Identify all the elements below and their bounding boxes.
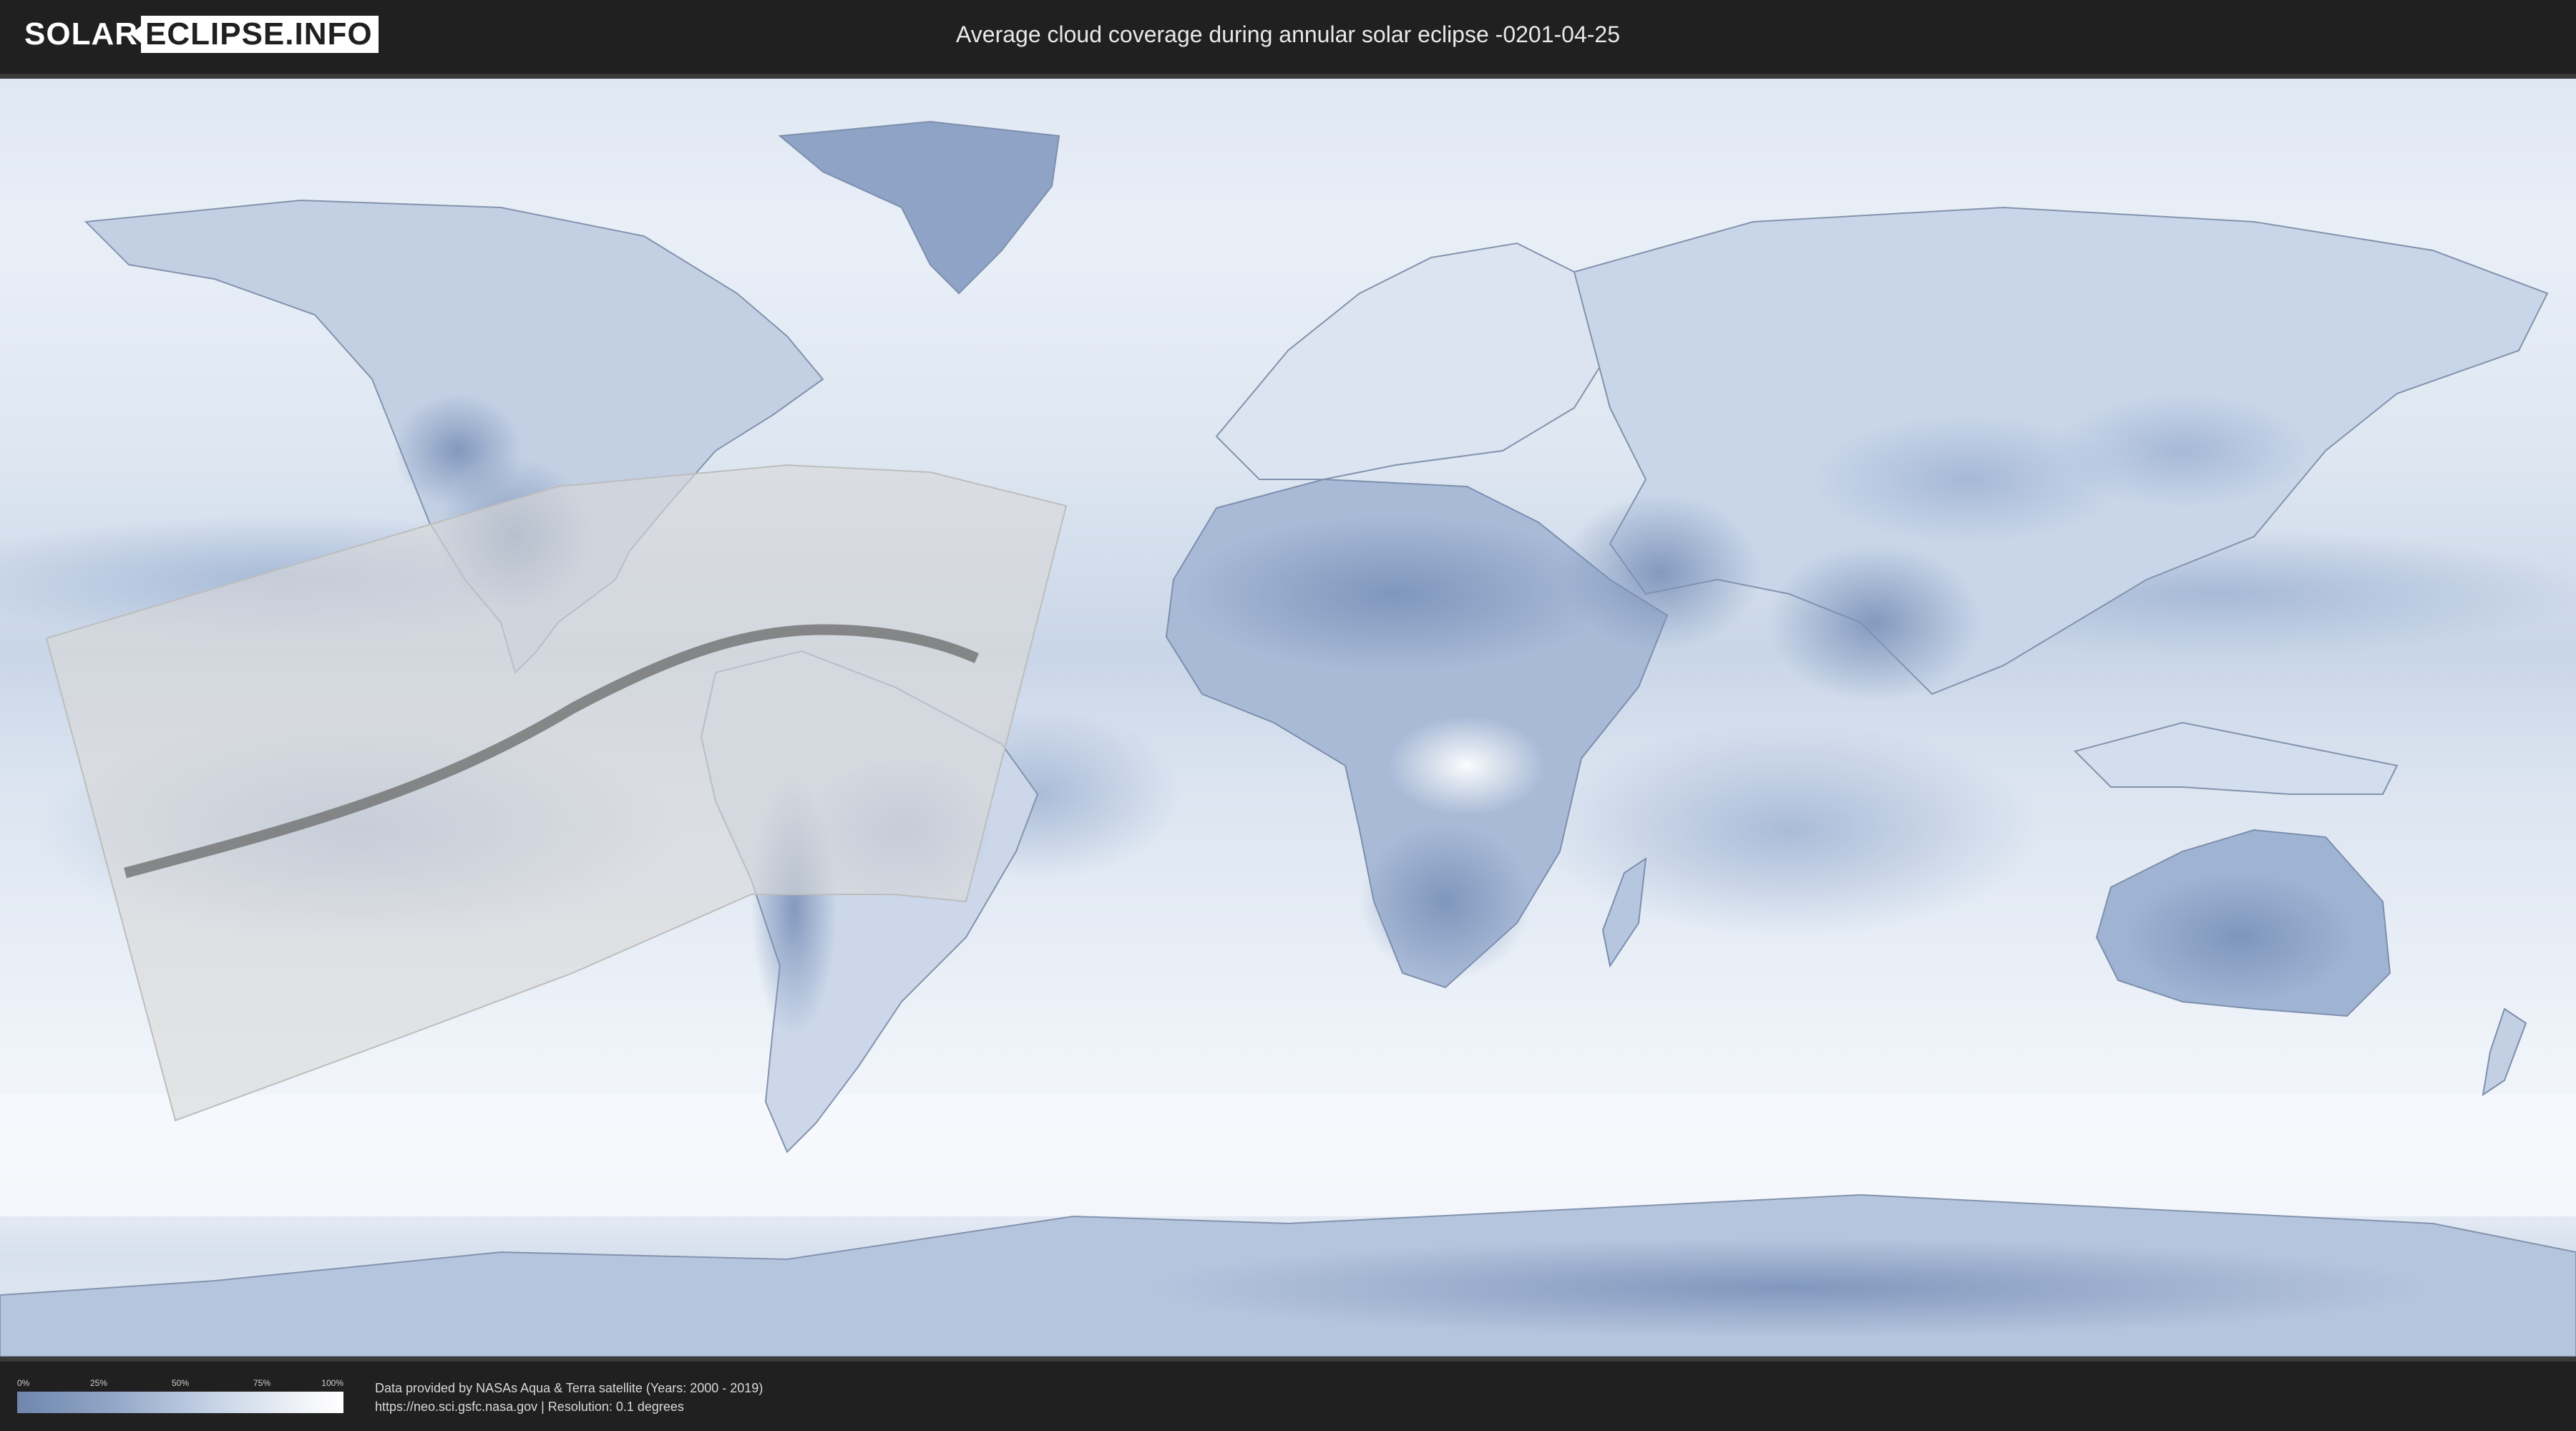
legend-tick-label: 75% (253, 1378, 271, 1388)
gobi-mid (2054, 394, 2311, 508)
arabia-dry (1560, 494, 1760, 651)
data-credits: Data provided by NASAs Aqua & Terra sate… (375, 1379, 763, 1416)
page: SOLAR ECLIPSE.INFO Average cloud coverag… (0, 0, 2576, 1431)
page-title: Average cloud coverage during annular so… (956, 21, 1620, 47)
southern-cloud-belt (0, 1095, 2576, 1216)
cloud-coverage-map[interactable] (0, 79, 2576, 1357)
footer: 0% 25% 50% 75% 100% Data provided by NAS… (0, 1362, 2576, 1431)
antarctica-dark (1145, 1238, 2433, 1338)
us-southwest-dry (394, 394, 522, 508)
legend-tick-label: 50% (171, 1378, 190, 1388)
header: SOLAR ECLIPSE.INFO Average cloud coverag… (0, 0, 2576, 74)
congo-cloudy (1388, 716, 1546, 816)
india-dry (1767, 544, 1982, 701)
australia-dry (2125, 873, 2354, 1002)
legend-color-bar (17, 1392, 343, 1413)
legend-tick-label: 25% (89, 1378, 108, 1388)
credits-line-source: Data provided by NASAs Aqua & Terra sate… (375, 1381, 763, 1395)
cloud-coverage-legend: 0% 25% 50% 75% 100% (17, 1377, 343, 1413)
legend-tick-label: 0% (17, 1378, 30, 1388)
legend-tick-label: 100% (321, 1378, 343, 1388)
kalahari-dry (1360, 823, 1531, 980)
legend-ticks: 0% 25% 50% 75% 100% (17, 1377, 343, 1392)
sahara-dry (1181, 515, 1610, 673)
credits-line-url: https://neo.sci.gsfc.nasa.gov | Resoluti… (375, 1400, 684, 1414)
map-frame (0, 74, 2576, 1362)
